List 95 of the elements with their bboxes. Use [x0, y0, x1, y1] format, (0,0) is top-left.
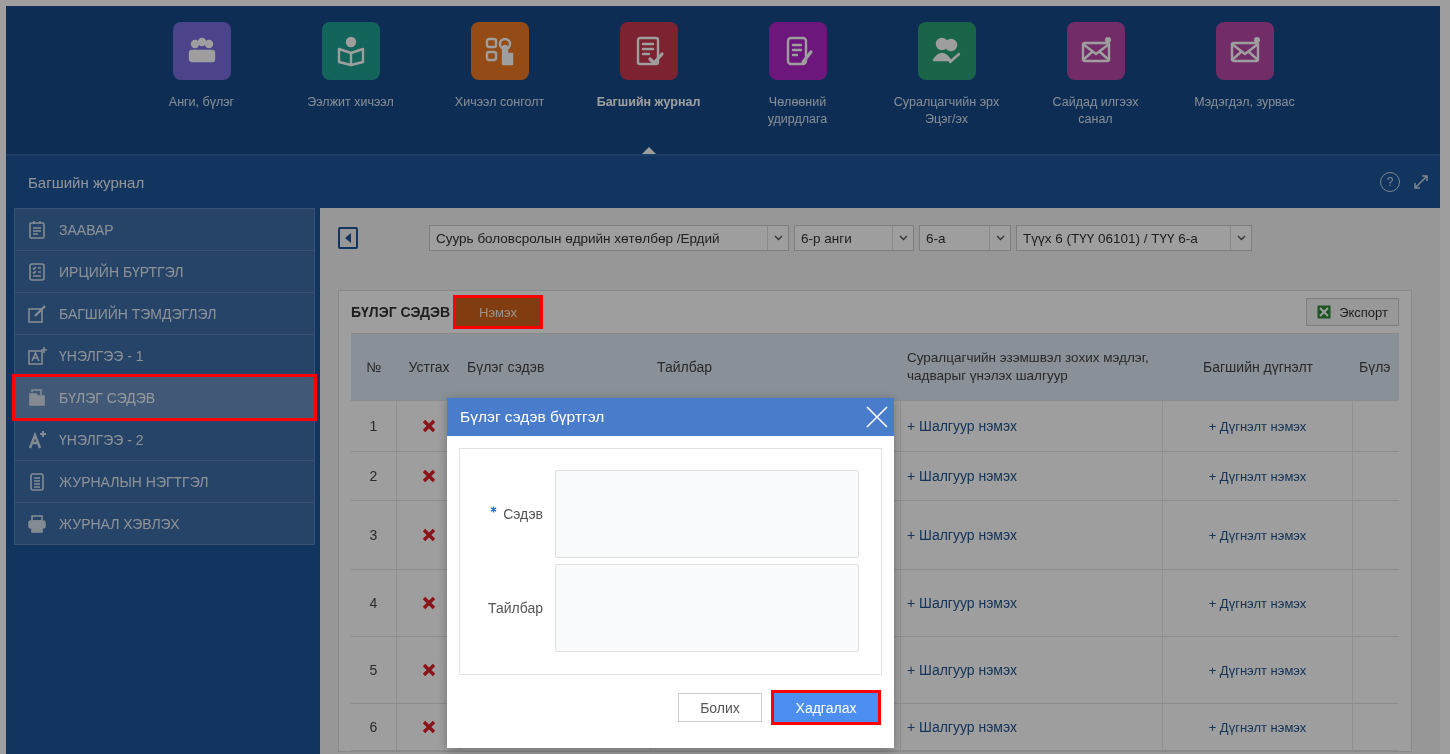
- add-criterion-link[interactable]: + Шалгуур нэмэх: [907, 594, 1017, 612]
- nav-item[interactable]: Багшийн журнал: [588, 22, 709, 154]
- delete-icon[interactable]: [421, 528, 436, 542]
- nav-item[interactable]: Анги, бүлэг: [141, 22, 262, 154]
- sidebar-label: ЗААВАР: [59, 221, 114, 238]
- app-tile-icon: [619, 22, 678, 80]
- document-icon: [27, 471, 47, 492]
- app-tile-icon: [1215, 22, 1274, 80]
- nav-label: Анги, бүлэг: [167, 94, 236, 111]
- dialog-title: Бүлэг сэдэв бүртгэл: [460, 408, 605, 426]
- add-conclusion-link[interactable]: + Дүгнэлт нэмэх: [1208, 527, 1307, 543]
- delete-icon[interactable]: [421, 469, 436, 483]
- column-header: Бүлэ: [1358, 358, 1392, 377]
- column-header: Багшийн дүгнэлт: [1202, 358, 1314, 377]
- sidebar-item[interactable]: ҮНЭЛГЭЭ - 2: [15, 419, 314, 461]
- add-criterion-link[interactable]: + Шалгуур нэмэх: [907, 467, 1017, 485]
- app-tile-icon: [917, 22, 976, 80]
- page-title: Багшийн журнал: [28, 173, 145, 191]
- checklist-icon: [27, 261, 47, 282]
- table-cell: 6: [351, 704, 397, 750]
- nav-label: Суралцагчийн эрх Эцэг/эх: [892, 94, 1001, 128]
- sidebar-item[interactable]: ИРЦИЙН БҮРТГЭЛ: [15, 251, 314, 293]
- nav-item[interactable]: Ээлжит хичээл: [290, 22, 411, 154]
- table-cell: 1: [351, 401, 397, 451]
- notepad-icon: [27, 219, 47, 240]
- table-cell: 3: [351, 501, 397, 569]
- section-title: БҮЛЭГ СЭДЭВ: [351, 304, 451, 320]
- add-criterion-link[interactable]: + Шалгуур нэмэх: [907, 417, 1017, 435]
- nav-item[interactable]: Чөлөөний удирдлага: [737, 22, 858, 154]
- column-header: Суралцагчийн эзэмшвэл зохих мэдлэг, чадварыг үнэлэх шалгуур: [906, 349, 1150, 385]
- delete-icon[interactable]: [421, 720, 436, 734]
- dropdown-field[interactable]: Суурь боловсролын өдрийн хөтөлбөр /Ердий: [429, 225, 789, 251]
- add-button[interactable]: Нэмэх: [456, 298, 541, 326]
- add-conclusion-link[interactable]: + Дүгнэлт нэмэх: [1208, 468, 1307, 484]
- app-tile-icon: [470, 22, 529, 80]
- collapse-button-icon[interactable]: [338, 227, 358, 249]
- delete-icon[interactable]: [421, 419, 436, 433]
- add-criterion-link[interactable]: + Шалгуур нэмэх: [907, 718, 1017, 736]
- column-header: Бүлэг сэдэв: [466, 358, 546, 377]
- app-tile-icon: [321, 22, 380, 80]
- expand-icon[interactable]: [1412, 173, 1430, 191]
- text-add-icon: [27, 345, 47, 366]
- sidebar-label: БҮЛЭГ СЭДЭВ: [59, 389, 156, 406]
- nav-label: Чөлөөний удирдлага: [766, 94, 829, 128]
- column-header: Устгах: [407, 358, 451, 377]
- sidebar-label: БАГШИЙН ТЭМДЭГЛЭЛ: [59, 305, 217, 322]
- sidebar-item[interactable]: ЖУРНАЛ ХЭВЛЭХ: [15, 503, 314, 544]
- nav-label: Ээлжит хичээл: [306, 94, 395, 111]
- sidebar-item[interactable]: ЖУРНАЛЫН НЭГТГЭЛ: [15, 461, 314, 503]
- dropdown-field[interactable]: 6-р анги: [794, 225, 914, 251]
- delete-icon[interactable]: [421, 663, 436, 677]
- field-label: Тайлбар: [487, 600, 544, 616]
- nav-label: Хичээл сонголт: [453, 94, 546, 111]
- nav-item[interactable]: Мэдэгдэл, зурвас: [1184, 22, 1305, 154]
- table-cell: 4: [351, 570, 397, 636]
- sidebar-label: ИРЦИЙН БҮРТГЭЛ: [59, 263, 184, 280]
- column-header: Тайлбар: [656, 358, 713, 377]
- add-criterion-link[interactable]: + Шалгуур нэмэх: [907, 661, 1017, 679]
- delete-icon[interactable]: [421, 596, 436, 610]
- sidebar-label: ЖУРНАЛЫН НЭГТГЭЛ: [59, 473, 209, 490]
- cancel-button[interactable]: Болих: [678, 693, 762, 722]
- spreadsheet-icon: [1317, 305, 1332, 319]
- add-conclusion-link[interactable]: + Дүгнэлт нэмэх: [1208, 662, 1307, 678]
- sidebar-label: ҮНЭЛГЭЭ - 1: [59, 347, 144, 364]
- add-conclusion-link[interactable]: + Дүгнэлт нэмэх: [1208, 418, 1307, 434]
- nav-label: Сайдад илгээх санал: [1051, 94, 1140, 128]
- field-label: Сэдэв: [460, 506, 555, 522]
- letter-plus-icon: [27, 429, 47, 450]
- printer-icon: [27, 513, 47, 534]
- sidebar-item[interactable]: БАГШИЙН ТЭМДЭГЛЭЛ: [15, 293, 314, 335]
- app-tile-icon: [172, 22, 231, 80]
- table-cell: 2: [351, 452, 397, 500]
- table-cell: 5: [351, 637, 397, 703]
- save-button[interactable]: Хадгалах: [774, 693, 878, 722]
- app-tile-icon: [768, 22, 827, 80]
- nav-item[interactable]: Суралцагчийн эрх Эцэг/эх: [886, 22, 1007, 154]
- add-conclusion-link[interactable]: + Дүгнэлт нэмэх: [1208, 595, 1307, 611]
- edit-icon: [27, 303, 47, 324]
- add-criterion-link[interactable]: + Шалгуур нэмэх: [907, 526, 1017, 544]
- nav-label: Мэдэгдэл, зурвас: [1193, 94, 1296, 111]
- sidebar-label: ЖУРНАЛ ХЭВЛЭХ: [59, 515, 180, 532]
- add-conclusion-link[interactable]: + Дүгнэлт нэмэх: [1208, 719, 1307, 735]
- close-icon[interactable]: [866, 406, 888, 428]
- sidebar-item[interactable]: ЗААВАР: [15, 209, 314, 251]
- dropdown-field[interactable]: Түүх 6 (ТҮҮ 06101) / ТҮҮ 6-а: [1016, 225, 1252, 251]
- nav-item[interactable]: Хичээл сонголт: [439, 22, 560, 154]
- sidebar-item[interactable]: БҮЛЭГ СЭДЭВ: [15, 377, 314, 419]
- sidebar-label: ҮНЭЛГЭЭ - 2: [59, 431, 144, 448]
- column-header: №: [365, 358, 383, 377]
- dropdown-field[interactable]: 6-а: [919, 225, 1011, 251]
- app-tile-icon: [1066, 22, 1125, 80]
- nav-label: Багшийн журнал: [595, 94, 702, 111]
- nav-item[interactable]: Сайдад илгээх санал: [1035, 22, 1156, 154]
- folder-icon: [27, 387, 47, 408]
- export-button[interactable]: Экспорт: [1306, 298, 1399, 326]
